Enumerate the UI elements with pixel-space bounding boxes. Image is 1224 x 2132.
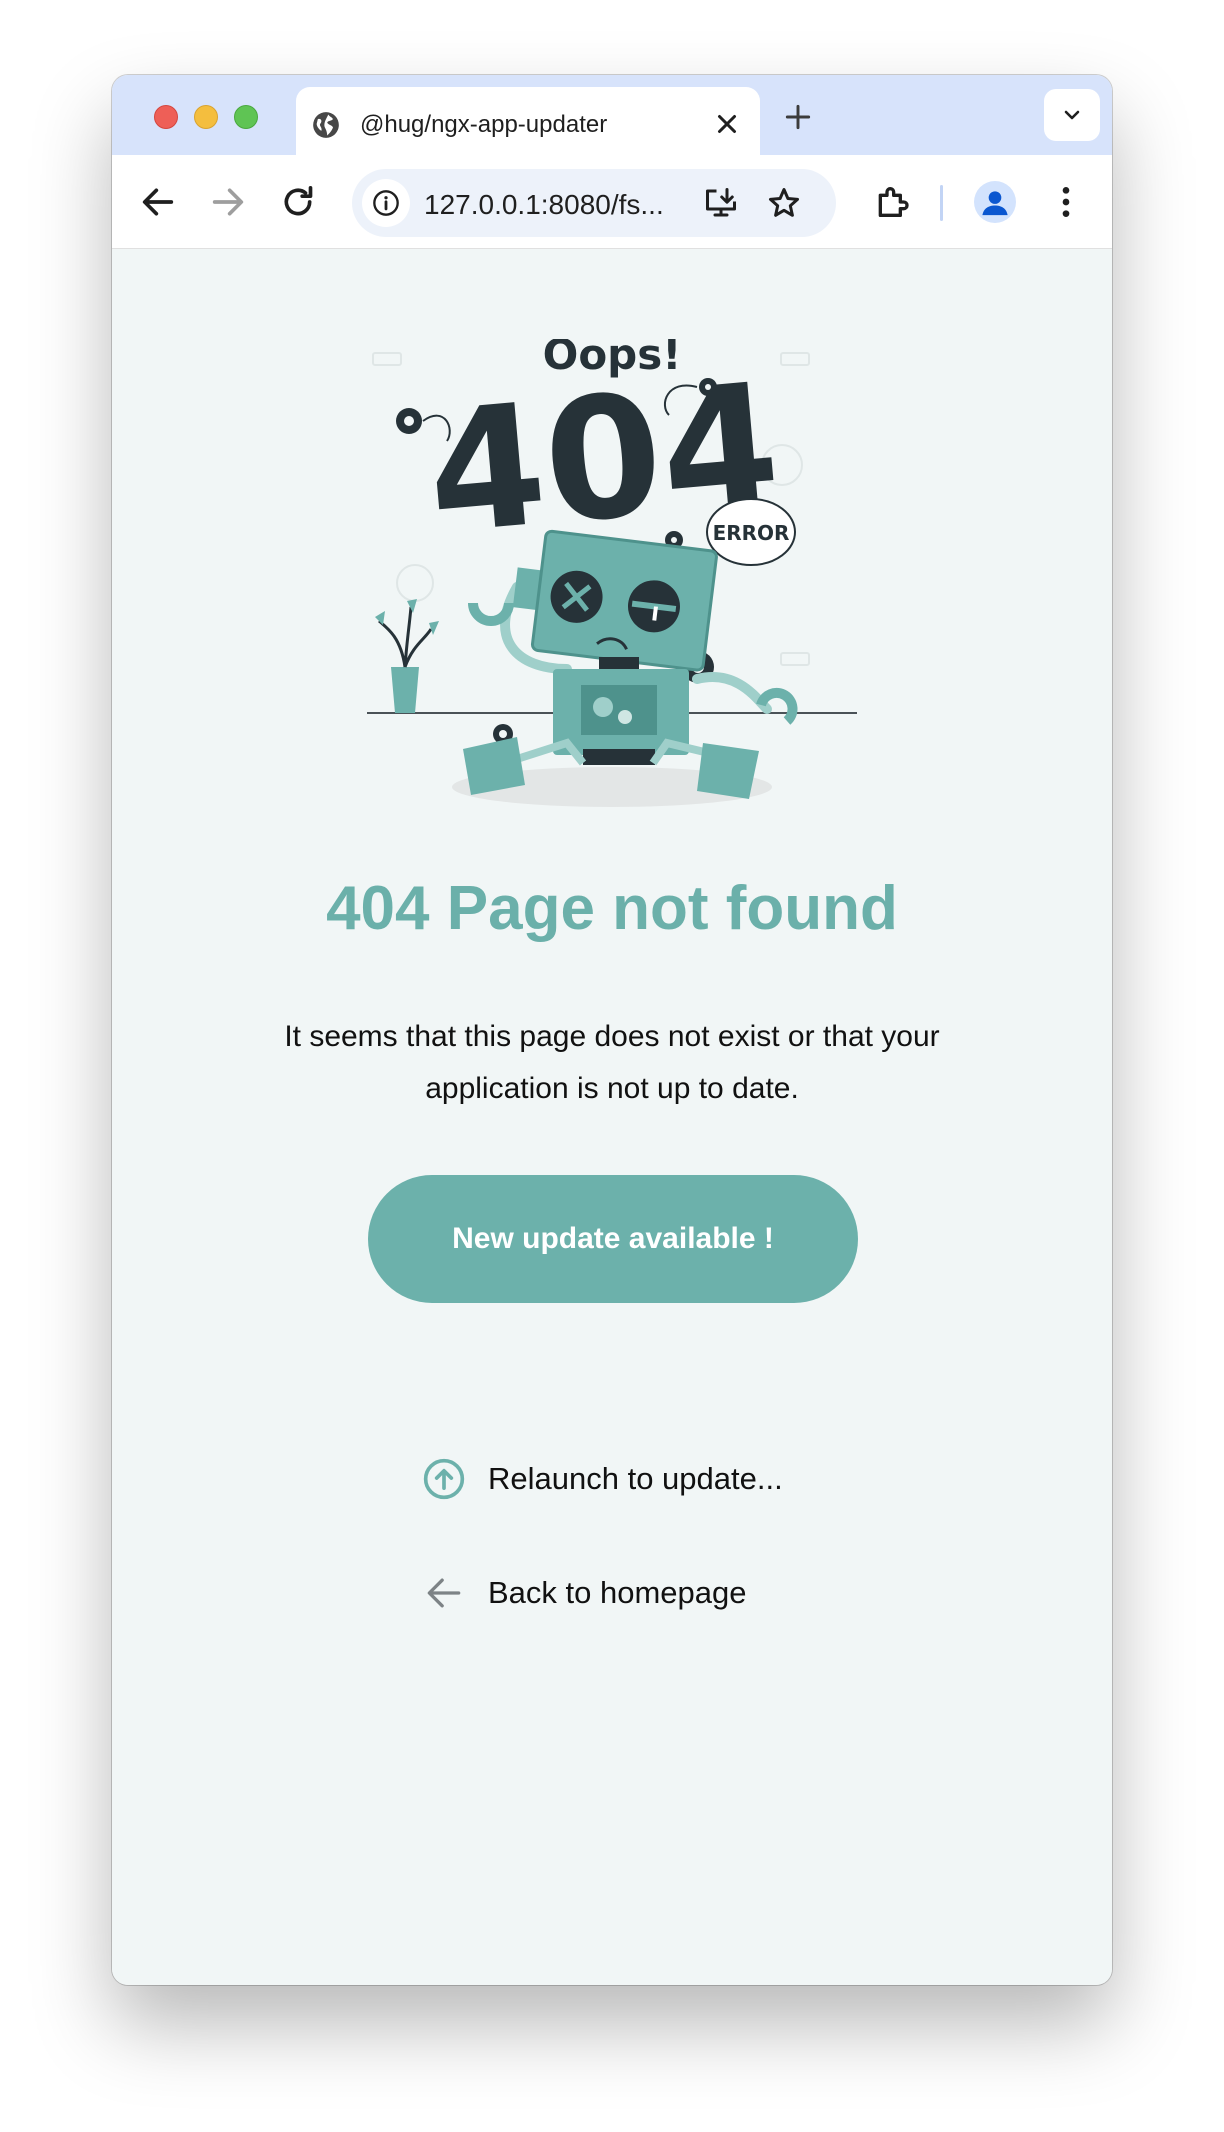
zoom-window-button[interactable] <box>234 105 258 129</box>
reload-icon[interactable] <box>278 182 318 222</box>
tab-strip: @hug/ngx-app-updater <box>112 75 1112 159</box>
page-content: Oops! 404 ERROR 404 Page not found It se… <box>112 249 1112 1985</box>
robot-404-illustration: Oops! 404 ERROR <box>367 339 857 807</box>
back-to-homepage-link[interactable]: Back to homepage <box>422 1569 747 1617</box>
profile-button[interactable] <box>974 181 1016 223</box>
arrow-up-circle-icon <box>423 1458 465 1500</box>
back-arrow-icon[interactable] <box>138 182 178 222</box>
extensions-icon[interactable] <box>872 182 912 222</box>
plus-icon[interactable] <box>782 101 814 133</box>
back-to-homepage-label: Back to homepage <box>488 1575 747 1610</box>
tab-search-button[interactable] <box>1044 89 1100 141</box>
browser-window: @hug/ngx-app-updater 127.0.0.1:8080/fs..… <box>112 75 1112 1985</box>
relaunch-link[interactable]: Relaunch to update... <box>422 1455 783 1503</box>
url-text[interactable]: 127.0.0.1:8080/fs... <box>424 189 664 221</box>
close-window-button[interactable] <box>154 105 178 129</box>
forward-arrow-icon[interactable] <box>208 182 248 222</box>
new-update-button[interactable]: New update available ! <box>368 1175 858 1303</box>
arrow-left-icon <box>427 1578 461 1608</box>
globe-icon <box>313 112 339 138</box>
address-bar[interactable]: 127.0.0.1:8080/fs... <box>352 169 836 237</box>
tab-title: @hug/ngx-app-updater <box>360 111 608 138</box>
page-description: It seems that this page does not exist o… <box>284 1020 940 1105</box>
star-icon[interactable] <box>766 185 802 221</box>
close-icon[interactable] <box>712 109 742 139</box>
relaunch-label: Relaunch to update... <box>488 1461 783 1496</box>
minimize-window-button[interactable] <box>194 105 218 129</box>
more-vert-icon[interactable] <box>1046 182 1086 222</box>
error-bubble-text: ERROR <box>713 521 790 545</box>
install-app-icon[interactable] <box>702 185 740 221</box>
toolbar-separator <box>940 185 943 221</box>
profile-icon <box>982 191 1008 216</box>
browser-toolbar: 127.0.0.1:8080/fs... <box>112 155 1112 249</box>
site-info-button[interactable] <box>362 179 410 227</box>
tab-active[interactable]: @hug/ngx-app-updater <box>296 87 760 159</box>
info-icon <box>373 190 399 216</box>
page-title: 404 Page not found <box>326 874 898 943</box>
chevron-down-icon <box>1064 110 1080 120</box>
